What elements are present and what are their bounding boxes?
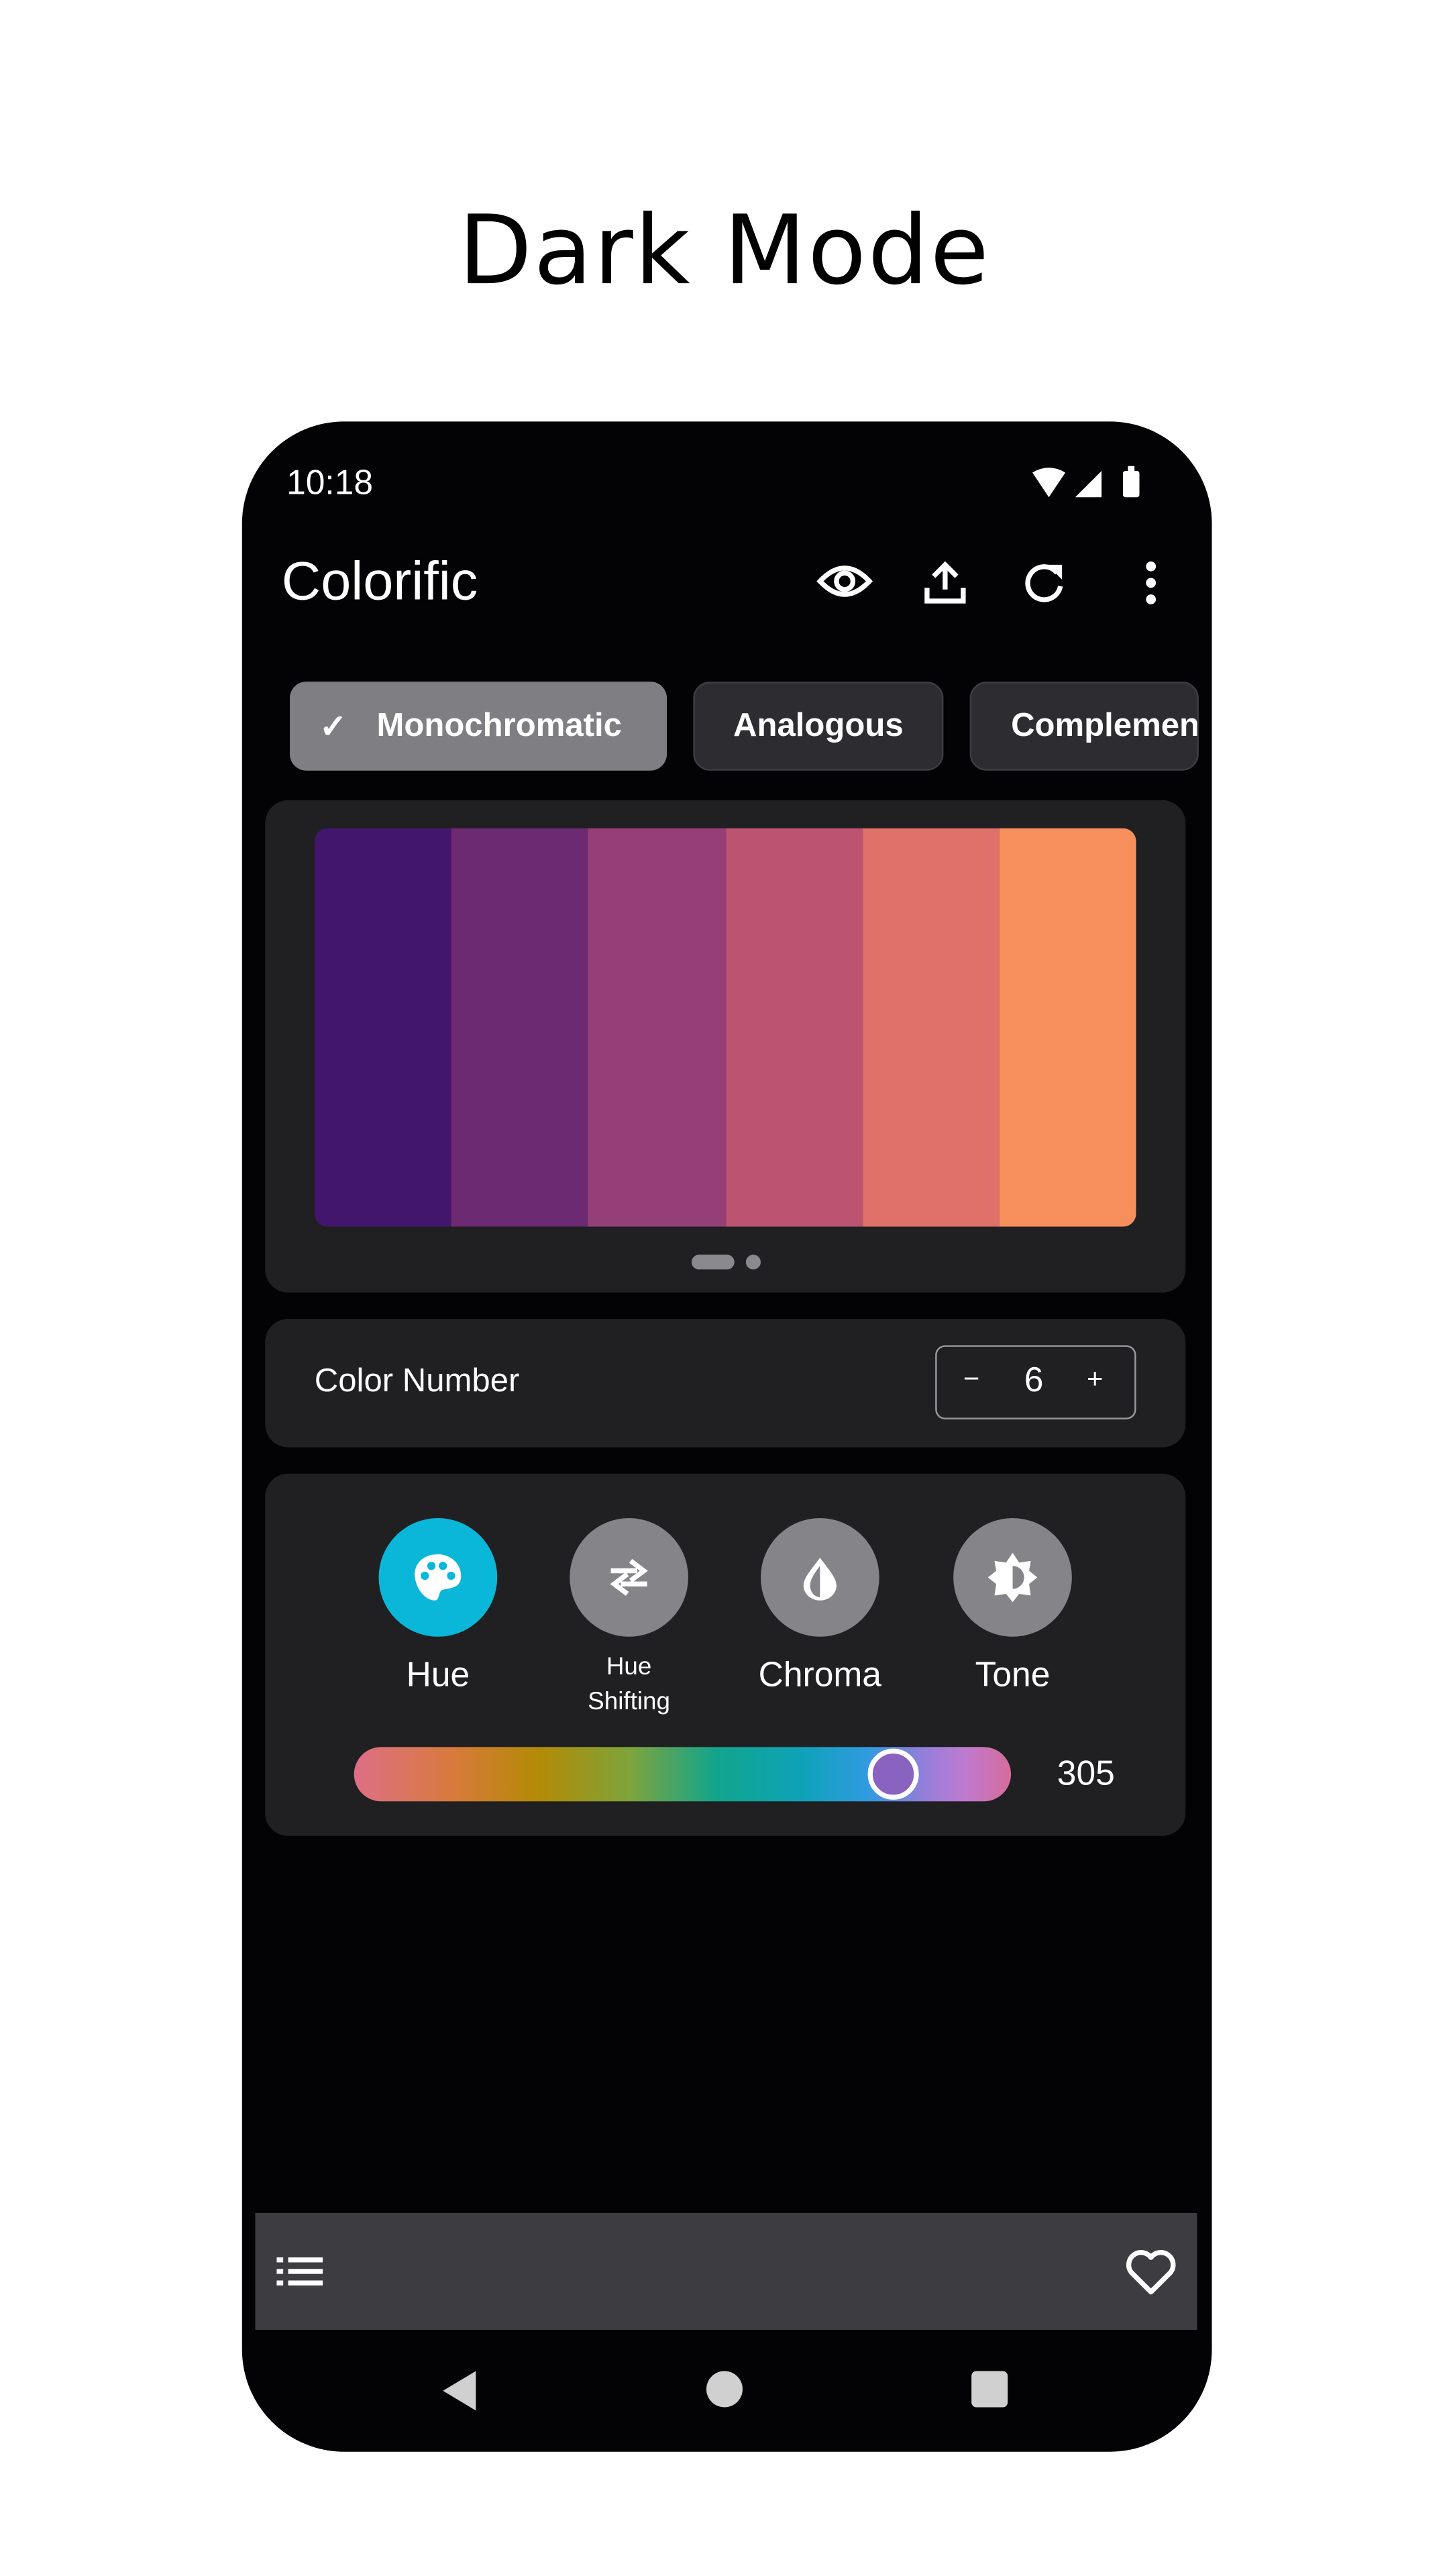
mode-label-line2: Shifting — [588, 1687, 671, 1716]
mode-hue[interactable]: Hue — [378, 1518, 498, 1695]
color-swatch[interactable] — [314, 828, 451, 1227]
palette-swatches[interactable] — [314, 828, 1136, 1227]
home-icon[interactable] — [706, 2371, 743, 2408]
chip-analogous[interactable]: Analogous — [693, 682, 944, 771]
color-number-stepper: − 6 + — [935, 1345, 1136, 1419]
more-vert-icon[interactable] — [1140, 560, 1163, 606]
palette-card — [265, 800, 1186, 1293]
mode-label: Chroma — [758, 1656, 882, 1695]
wifi-icon — [1032, 468, 1066, 498]
mode-chroma[interactable]: Chroma — [759, 1518, 881, 1695]
color-swatch[interactable] — [999, 828, 1136, 1227]
recents-icon[interactable] — [971, 2371, 1008, 2408]
color-swatch[interactable] — [862, 828, 1000, 1227]
color-number-card: Color Number − 6 + — [265, 1319, 1186, 1448]
slider-thumb[interactable] — [867, 1748, 919, 1800]
adjust-card: Hue Hue Shifting Chroma Tone 305 — [265, 1473, 1186, 1836]
refresh-icon[interactable] — [1021, 560, 1067, 606]
check-icon: ✓ — [319, 708, 347, 745]
mode-hue-shifting[interactable]: Hue Shifting — [570, 1518, 688, 1716]
drop-icon — [760, 1518, 879, 1637]
heart-icon[interactable] — [1124, 2247, 1177, 2297]
palette-icon — [378, 1518, 498, 1637]
chip-label: Analogous — [733, 707, 904, 744]
mode-label: Hue — [406, 1656, 470, 1695]
chip-monochromatic[interactable]: ✓ Monochromatic — [289, 682, 667, 771]
page-indicator-active — [691, 1254, 735, 1270]
battery-icon — [1122, 470, 1140, 498]
brightness-icon — [953, 1518, 1072, 1637]
mode-label: Hue Shifting — [530, 1650, 728, 1719]
color-swatch[interactable] — [451, 828, 589, 1227]
swap-icon — [570, 1518, 688, 1637]
mode-label-line1: Hue — [606, 1653, 652, 1682]
chip-complementary[interactable]: Complementary — [969, 682, 1199, 771]
chip-label: Complementary — [1011, 707, 1199, 744]
app-title: Colorific — [281, 549, 478, 611]
eye-icon[interactable] — [816, 561, 873, 601]
mode-label: Tone — [975, 1656, 1051, 1695]
share-upload-icon[interactable] — [922, 560, 969, 606]
hue-slider[interactable] — [354, 1747, 1012, 1802]
increment-button[interactable]: + — [1087, 1363, 1103, 1396]
back-icon[interactable] — [439, 2369, 479, 2412]
chip-label: Monochromatic — [376, 707, 622, 744]
page-indicator-dot[interactable] — [745, 1254, 761, 1270]
mode-tone[interactable]: Tone — [953, 1518, 1072, 1695]
color-number-label: Color Number — [314, 1363, 520, 1400]
phone-screen: 10:18 Colorific ✓ Monochromatic Analogou… — [241, 421, 1212, 2452]
slider-value: 305 — [1057, 1755, 1115, 1793]
signal-icon — [1075, 470, 1102, 498]
color-swatch[interactable] — [588, 828, 726, 1227]
color-swatch[interactable] — [725, 828, 863, 1227]
decrement-button[interactable]: − — [963, 1363, 979, 1396]
color-number-value: 6 — [1024, 1361, 1044, 1400]
list-icon[interactable] — [276, 2254, 326, 2290]
status-time: 10:18 — [286, 464, 374, 502]
status-icons — [1032, 466, 1140, 498]
headline: Dark Mode — [458, 194, 991, 307]
bottom-bar — [255, 2212, 1197, 2330]
